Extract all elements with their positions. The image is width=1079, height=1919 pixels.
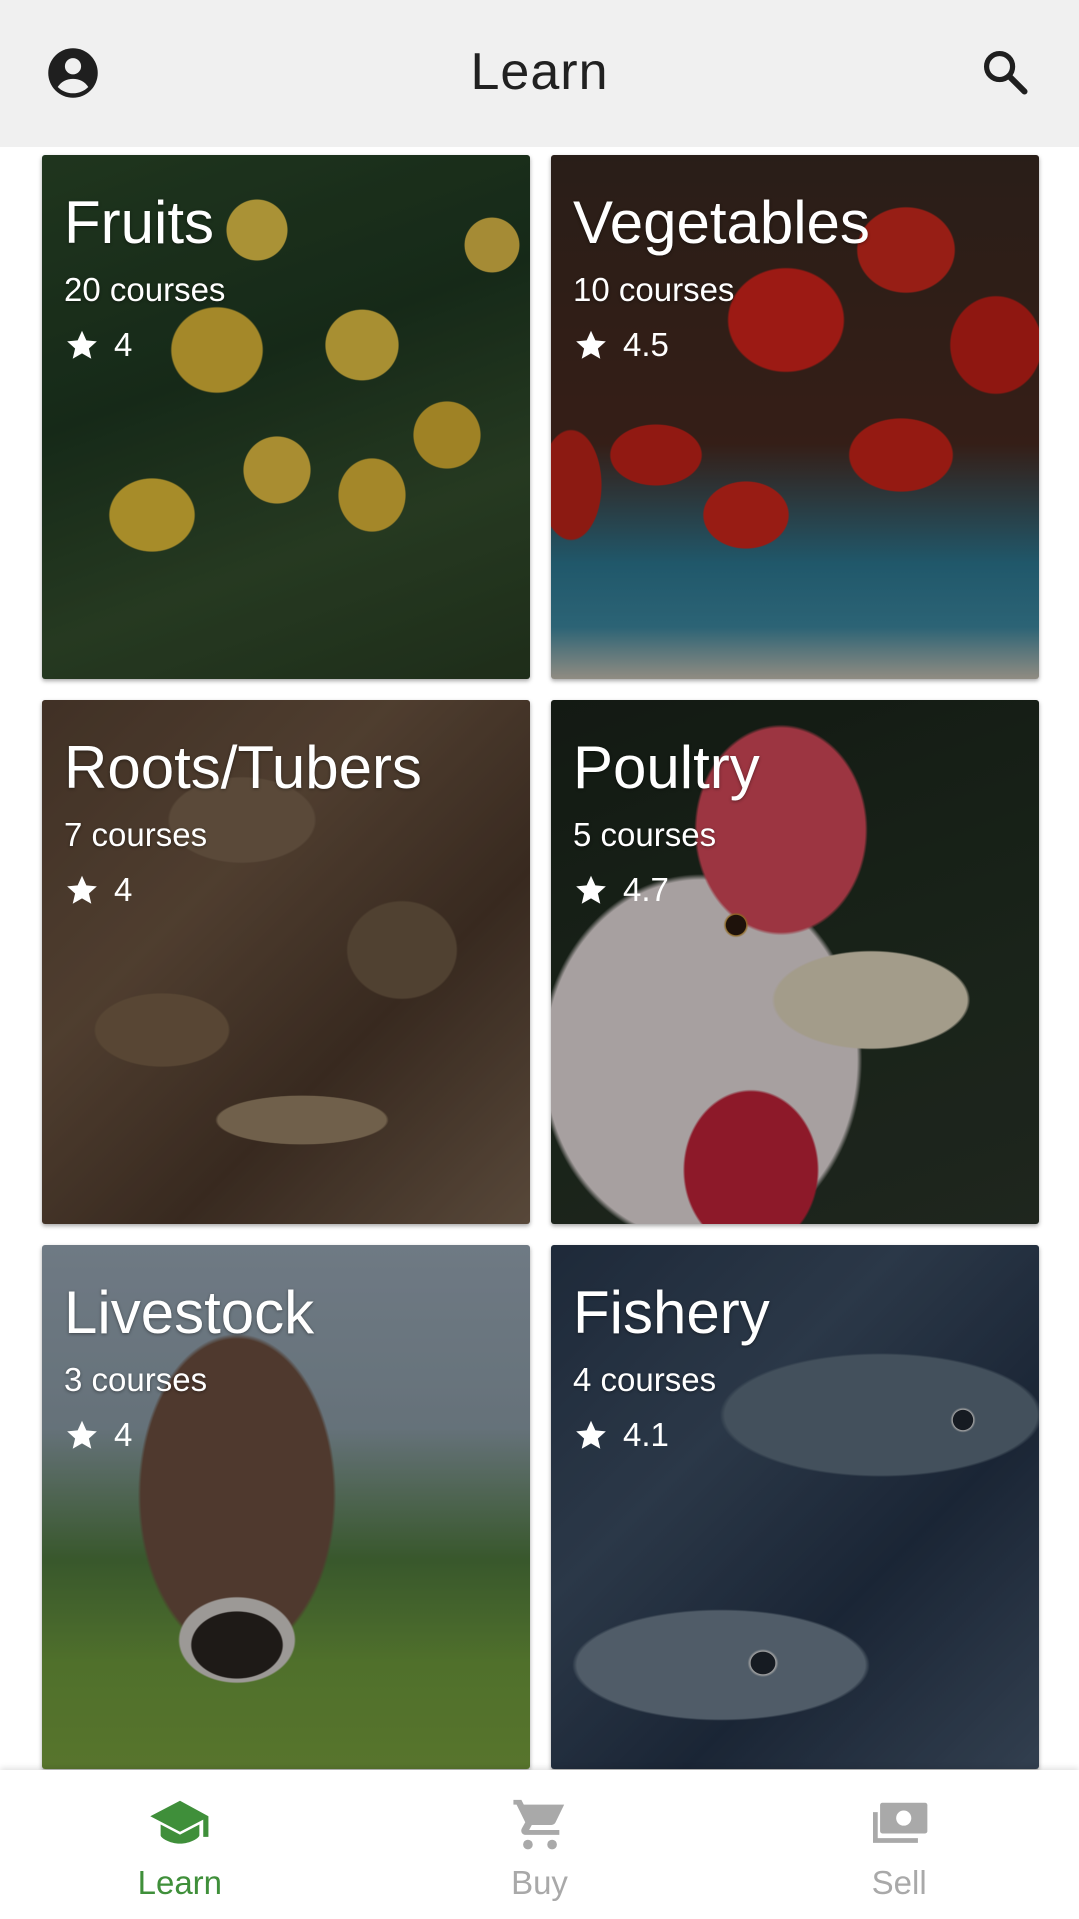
card-content: Fishery 4 courses 4.1 xyxy=(573,1283,770,1454)
rating-value: 4 xyxy=(114,871,133,908)
rating: 4 xyxy=(64,1416,314,1454)
star-icon xyxy=(67,330,97,359)
course-count: 5 courses xyxy=(573,816,717,853)
course-count: 10 courses xyxy=(573,271,735,308)
course-count: 3 courses xyxy=(64,1361,208,1398)
category-title: Roots/Tubers xyxy=(64,734,422,801)
category-grid: Fruits 20 courses 4 Vegetables 10 course… xyxy=(42,155,1039,1770)
money-icon xyxy=(873,1802,928,1843)
shopping-cart-icon xyxy=(512,1799,564,1850)
course-count: 7 courses xyxy=(64,816,208,853)
category-title: Livestock xyxy=(64,1279,315,1346)
card-content: Roots/Tubers 7 courses 4 xyxy=(64,738,422,909)
rating-value: 4 xyxy=(114,1416,133,1453)
category-title: Fruits xyxy=(64,189,214,256)
category-card-fruits[interactable]: Fruits 20 courses 4 xyxy=(42,155,530,679)
page-title: Learn xyxy=(470,43,609,101)
nav-label-learn: Learn xyxy=(137,1864,223,1901)
rating-value: 4.5 xyxy=(623,326,669,363)
category-card-roots-tubers[interactable]: Roots/Tubers 7 courses 4 xyxy=(42,700,530,1224)
nav-item-buy[interactable]: Buy xyxy=(360,1770,720,1919)
nav-icon-wrap xyxy=(507,1794,573,1854)
rating: 4.1 xyxy=(573,1416,770,1454)
search-icon xyxy=(983,50,1028,95)
card-content: Vegetables 10 courses 4.5 xyxy=(573,193,870,364)
rating: 4.5 xyxy=(573,326,870,364)
card-content: Livestock 3 courses 4 xyxy=(64,1283,314,1454)
bottom-navigation: Learn Buy Sell xyxy=(0,1770,1079,1919)
nav-item-learn[interactable]: Learn xyxy=(0,1770,360,1919)
rating-value: 4.7 xyxy=(623,871,669,908)
category-title: Poultry xyxy=(573,734,760,801)
category-card-poultry[interactable]: Poultry 5 courses 4.7 xyxy=(551,700,1039,1224)
nav-icon-wrap xyxy=(866,1794,932,1854)
rating: 4 xyxy=(64,326,225,364)
star-icon xyxy=(67,875,97,904)
nav-label-buy: Buy xyxy=(511,1864,568,1901)
rating: 4 xyxy=(64,871,422,909)
nav-item-sell[interactable]: Sell xyxy=(719,1770,1079,1919)
rating-value: 4 xyxy=(114,326,133,363)
star-icon xyxy=(576,1420,606,1449)
star-icon xyxy=(67,1420,97,1449)
nav-icon-wrap xyxy=(147,1794,213,1854)
top-app-bar: Learn xyxy=(0,0,1079,147)
course-count: 20 courses xyxy=(64,271,226,308)
nav-label-sell: Sell xyxy=(871,1864,927,1901)
star-icon xyxy=(576,330,606,359)
course-count: 4 courses xyxy=(573,1361,717,1398)
rating-value: 4.1 xyxy=(623,1416,669,1453)
category-title: Fishery xyxy=(573,1279,770,1346)
learn-screen: Learn Fruits 20 courses 4 Vegetables 10 … xyxy=(0,0,1079,1919)
card-content: Fruits 20 courses 4 xyxy=(64,193,225,364)
star-icon xyxy=(576,875,606,904)
graduation-cap-icon xyxy=(150,1800,209,1844)
category-title: Vegetables xyxy=(573,189,870,256)
category-card-livestock[interactable]: Livestock 3 courses 4 xyxy=(42,1245,530,1769)
category-card-vegetables[interactable]: Vegetables 10 courses 4.5 xyxy=(551,155,1039,679)
rating: 4.7 xyxy=(573,871,760,909)
search-button[interactable] xyxy=(977,44,1033,100)
category-card-fishery[interactable]: Fishery 4 courses 4.1 xyxy=(551,1245,1039,1769)
card-content: Poultry 5 courses 4.7 xyxy=(573,738,760,909)
